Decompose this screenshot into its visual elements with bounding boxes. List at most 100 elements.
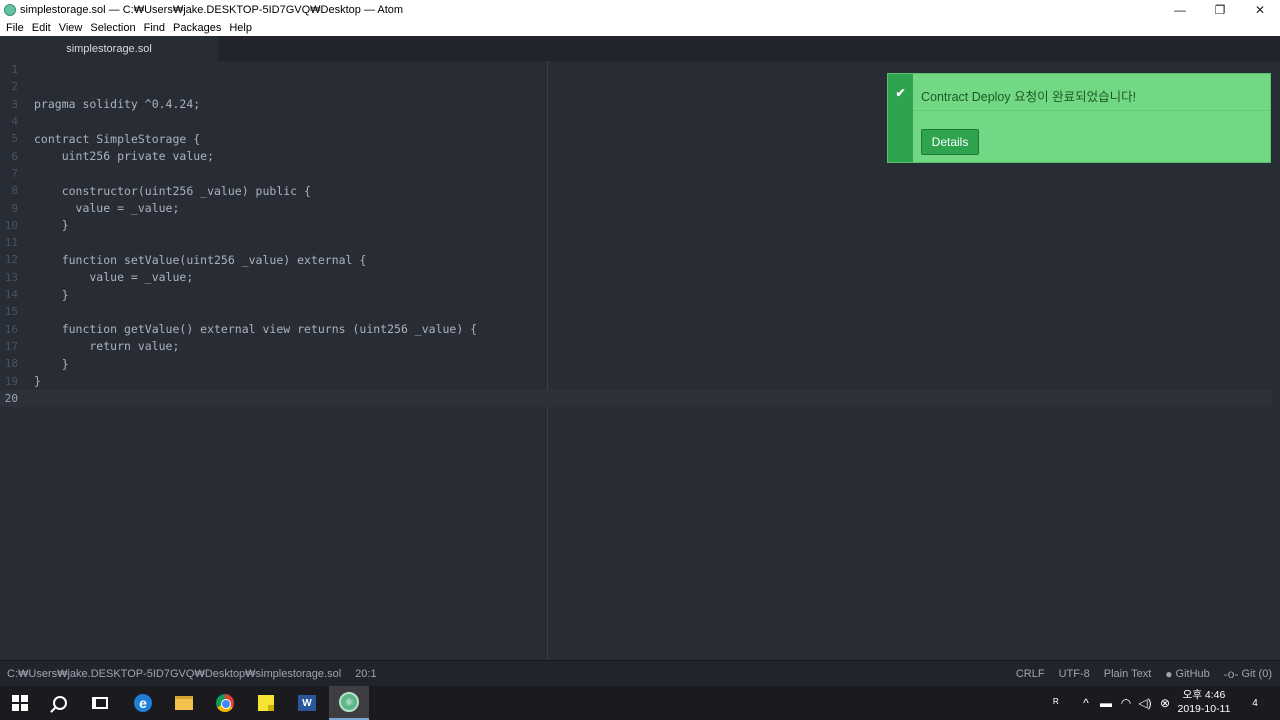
cursor-position[interactable]: 20:1	[355, 668, 376, 680]
details-button[interactable]: Details	[921, 129, 979, 155]
system-clock[interactable]: 오후 4:46 2019-10-11	[1172, 688, 1236, 716]
code-line[interactable]: 9 value = _value;	[0, 199, 1272, 216]
line-number: 1	[11, 63, 18, 77]
code-line[interactable]: 13 value = _value;	[0, 269, 1272, 286]
folder-icon	[175, 696, 193, 710]
window-title: simplestorage.sol — C:₩Users₩jake.DESKTO…	[20, 4, 404, 16]
word-icon: W	[298, 695, 316, 711]
close-button[interactable]: ✕	[1240, 0, 1280, 20]
code-line[interactable]: 20	[0, 389, 1272, 407]
chrome-icon	[216, 694, 234, 712]
battery-icon[interactable]: ▬	[1097, 686, 1115, 720]
sticky-notes-icon	[258, 695, 274, 711]
line-number: 7	[11, 166, 18, 180]
code-text[interactable]: }	[34, 218, 69, 232]
line-number: 20	[4, 391, 18, 405]
task-view-icon	[92, 697, 108, 709]
task-view-button[interactable]	[80, 686, 120, 720]
code-text[interactable]: value = _value;	[34, 201, 180, 215]
explorer-taskbar-button[interactable]	[164, 686, 204, 720]
notification-divider	[913, 110, 1270, 111]
atom-taskbar-button[interactable]: ⚛	[329, 686, 369, 720]
people-icon[interactable]: ᴿ	[1046, 686, 1066, 720]
git-commit-icon: -o-	[1223, 667, 1239, 681]
code-text[interactable]: contract SimpleStorage {	[34, 132, 200, 146]
code-text[interactable]: }	[34, 288, 69, 302]
line-number: 4	[11, 115, 18, 129]
code-text[interactable]: function setValue(uint256 _value) extern…	[34, 253, 367, 267]
code-line[interactable]: 15	[0, 303, 1272, 320]
code-text[interactable]: pragma solidity ^0.4.24;	[34, 97, 200, 111]
code-line[interactable]: 16 function getValue() external view ret…	[0, 321, 1272, 338]
code-line[interactable]: 10 }	[0, 217, 1272, 234]
line-number: 6	[11, 149, 18, 163]
file-path[interactable]: C:₩Users₩jake.DESKTOP-5ID7GVQ₩Desktop₩si…	[7, 668, 341, 680]
chrome-taskbar-button[interactable]	[205, 686, 245, 720]
encoding[interactable]: UTF-8	[1059, 668, 1090, 680]
github-button[interactable]: ● GitHub	[1165, 667, 1210, 681]
search-button[interactable]	[40, 686, 80, 720]
github-label: GitHub	[1175, 668, 1210, 680]
code-line[interactable]: 14 }	[0, 286, 1272, 303]
tab-bar: simplestorage.sol	[0, 36, 1280, 61]
line-number: 3	[11, 97, 18, 111]
code-line[interactable]: 17 return value;	[0, 338, 1272, 355]
wifi-icon[interactable]: ◠	[1117, 686, 1135, 720]
word-taskbar-button[interactable]: W	[287, 686, 327, 720]
menu-help[interactable]: Help	[225, 22, 256, 34]
code-line[interactable]: 12 function setValue(uint256 _value) ext…	[0, 251, 1272, 268]
menu-find[interactable]: Find	[140, 22, 169, 34]
code-text[interactable]: }	[34, 374, 41, 388]
restore-button[interactable]: ❐	[1200, 0, 1240, 20]
line-number: 12	[4, 253, 18, 267]
code-line[interactable]: 8 constructor(uint256 _value) public {	[0, 182, 1272, 199]
tab-simplestorage[interactable]: simplestorage.sol	[0, 36, 218, 61]
code-line[interactable]: 18 }	[0, 355, 1272, 372]
line-number: 19	[4, 374, 18, 388]
menu-view[interactable]: View	[55, 22, 87, 34]
menu-bar: File Edit View Selection Find Packages H…	[0, 20, 1280, 36]
menu-selection[interactable]: Selection	[86, 22, 139, 34]
clock-date: 2019-10-11	[1177, 703, 1231, 715]
git-button[interactable]: -o- Git (0)	[1224, 667, 1272, 681]
git-label: Git (0)	[1241, 668, 1272, 680]
edge-icon: e	[134, 694, 152, 712]
code-text[interactable]: uint256 private value;	[34, 149, 214, 163]
line-ending[interactable]: CRLF	[1016, 668, 1045, 680]
menu-file[interactable]: File	[2, 22, 28, 34]
notification-message: Contract Deploy 요청이 완료되었습니다!	[921, 90, 1137, 104]
code-line[interactable]: 7	[0, 165, 1272, 182]
line-number: 8	[11, 184, 18, 198]
code-line[interactable]: 19}	[0, 372, 1272, 389]
menu-edit[interactable]: Edit	[28, 22, 55, 34]
grammar[interactable]: Plain Text	[1104, 668, 1152, 680]
code-text[interactable]: function getValue() external view return…	[34, 322, 477, 336]
github-icon: ●	[1165, 667, 1173, 681]
line-number: 11	[4, 236, 18, 250]
line-number: 13	[4, 270, 18, 284]
chevron-up-icon[interactable]: ^	[1078, 686, 1094, 720]
window-controls: — ❐ ✕	[1160, 0, 1280, 20]
menu-packages[interactable]: Packages	[169, 22, 225, 34]
line-number: 18	[4, 357, 18, 371]
action-center-button[interactable]: 4	[1244, 686, 1266, 720]
title-bar: simplestorage.sol — C:₩Users₩jake.DESKTO…	[0, 0, 1280, 20]
code-text[interactable]: value = _value;	[34, 270, 193, 284]
line-number: 14	[4, 288, 18, 302]
search-icon	[53, 696, 67, 710]
code-line[interactable]: 11	[0, 234, 1272, 251]
windows-icon	[12, 695, 28, 711]
clock-time: 오후 4:46	[1182, 689, 1226, 701]
notification-count: 4	[1252, 697, 1258, 709]
code-text[interactable]: }	[34, 357, 69, 371]
line-number: 17	[4, 339, 18, 353]
volume-icon[interactable]: ◁)	[1136, 686, 1154, 720]
edge-taskbar-button[interactable]: e	[123, 686, 163, 720]
status-bar: C:₩Users₩jake.DESKTOP-5ID7GVQ₩Desktop₩si…	[0, 660, 1280, 686]
success-notification: ✔ Contract Deploy 요청이 완료되었습니다! Details	[887, 73, 1271, 163]
code-text[interactable]: constructor(uint256 _value) public {	[34, 184, 311, 198]
code-text[interactable]: return value;	[34, 339, 179, 353]
start-button[interactable]	[0, 686, 40, 720]
sticky-notes-taskbar-button[interactable]	[246, 686, 286, 720]
minimize-button[interactable]: —	[1160, 0, 1200, 20]
